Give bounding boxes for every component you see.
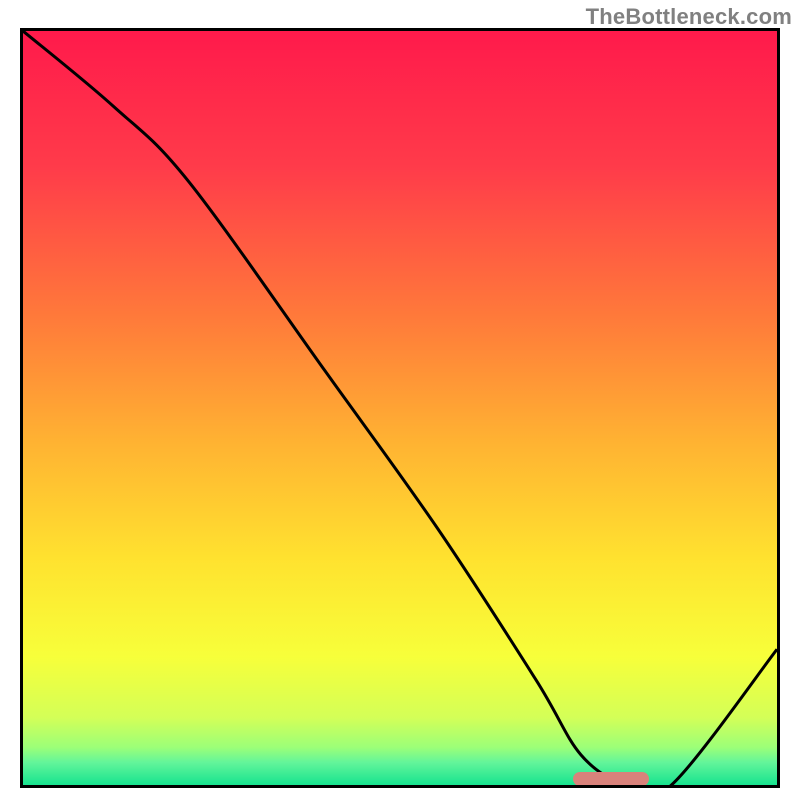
- optimal-marker: [573, 772, 648, 786]
- watermark-text: TheBottleneck.com: [586, 4, 792, 30]
- plot-area: [20, 28, 780, 788]
- bottleneck-curve: [23, 31, 777, 785]
- chart-stage: TheBottleneck.com: [0, 0, 800, 800]
